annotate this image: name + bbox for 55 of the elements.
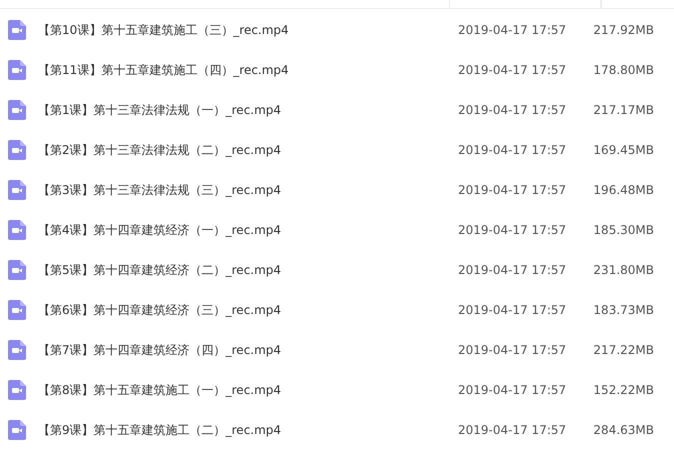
modified-date: 2019-04-17 17:57 [458,63,568,77]
modified-date: 2019-04-17 17:57 [458,183,568,197]
file-name: 【第1课】第十三章法律法规（一）_rec.mp4 [38,102,282,118]
video-file-icon [8,420,26,440]
file-name: 【第6课】第十四章建筑经济（三）_rec.mp4 [38,302,282,318]
video-file-icon [8,20,26,40]
modified-date: 2019-04-17 17:57 [458,223,568,237]
video-file-icon [8,300,26,320]
file-row[interactable]: 【第8课】第十五章建筑施工（一）_rec.mp4 2019-04-17 17:57 152.22MB [0,370,674,410]
video-file-icon [8,260,26,280]
modified-date: 2019-04-17 17:57 [458,23,568,37]
video-file-icon [8,180,26,200]
file-size: 217.92MB [592,23,654,37]
file-row[interactable]: 【第3课】第十三章法律法规（三）_rec.mp4 2019-04-17 17:57 196.48MB [0,170,674,210]
file-size: 178.80MB [592,63,654,77]
modified-date: 2019-04-17 17:57 [458,303,568,317]
file-size: 169.45MB [592,143,654,157]
file-name: 【第11课】第十五章建筑施工（四）_rec.mp4 [38,62,290,78]
file-name: 【第3课】第十三章法律法规（三）_rec.mp4 [38,182,282,198]
modified-date: 2019-04-17 17:57 [458,103,568,117]
video-file-icon [8,60,26,80]
file-name: 【第7课】第十四章建筑经济（四）_rec.mp4 [38,342,282,358]
file-row[interactable]: 【第2课】第十三章法律法规（二）_rec.mp4 2019-04-17 17:57 169.45MB [0,130,674,170]
file-name: 【第5课】第十四章建筑经济（二）_rec.mp4 [38,262,282,278]
file-name: 【第2课】第十三章法律法规（二）_rec.mp4 [38,142,282,158]
file-row[interactable]: 【第6课】第十四章建筑经济（三）_rec.mp4 2019-04-17 17:57 183.73MB [0,290,674,330]
file-size: 284.63MB [592,423,654,437]
file-size: 185.30MB [592,223,654,237]
modified-date: 2019-04-17 17:57 [458,263,568,277]
modified-date: 2019-04-17 17:57 [458,343,568,357]
file-row[interactable]: 【第9课】第十五章建筑施工（二）_rec.mp4 2019-04-17 17:57 284.63MB [0,410,674,450]
modified-date: 2019-04-17 17:57 [458,383,568,397]
file-name: 【第8课】第十五章建筑施工（一）_rec.mp4 [38,382,282,398]
video-file-icon [8,220,26,240]
video-file-icon [8,340,26,360]
video-file-icon [8,140,26,160]
file-row[interactable]: 【第1课】第十三章法律法规（一）_rec.mp4 2019-04-17 17:57 217.17MB [0,90,674,130]
modified-date: 2019-04-17 17:57 [458,143,568,157]
modified-date: 2019-04-17 17:57 [458,423,568,437]
file-row[interactable]: 【第4课】第十四章建筑经济（一）_rec.mp4 2019-04-17 17:57 185.30MB [0,210,674,250]
video-file-icon [8,100,26,120]
file-size: 196.48MB [592,183,654,197]
video-file-icon [8,380,26,400]
file-row[interactable]: 【第10课】第十五章建筑施工（三）_rec.mp4 2019-04-17 17:57 217.92MB [0,10,674,50]
file-row[interactable]: 【第5课】第十四章建筑经济（二）_rec.mp4 2019-04-17 17:57 231.80MB [0,250,674,290]
file-name: 【第10课】第十五章建筑施工（三）_rec.mp4 [38,22,290,38]
file-size: 217.22MB [592,343,654,357]
file-name: 【第9课】第十五章建筑施工（二）_rec.mp4 [38,422,282,438]
file-row[interactable]: 【第11课】第十五章建筑施工（四）_rec.mp4 2019-04-17 17:57 178.80MB [0,50,674,90]
file-size: 183.73MB [592,303,654,317]
file-size: 152.22MB [592,383,654,397]
file-size: 231.80MB [592,263,654,277]
file-size: 217.17MB [592,103,654,117]
file-row[interactable]: 【第7课】第十四章建筑经济（四）_rec.mp4 2019-04-17 17:57 217.22MB [0,330,674,370]
file-name: 【第4课】第十四章建筑经济（一）_rec.mp4 [38,222,282,238]
